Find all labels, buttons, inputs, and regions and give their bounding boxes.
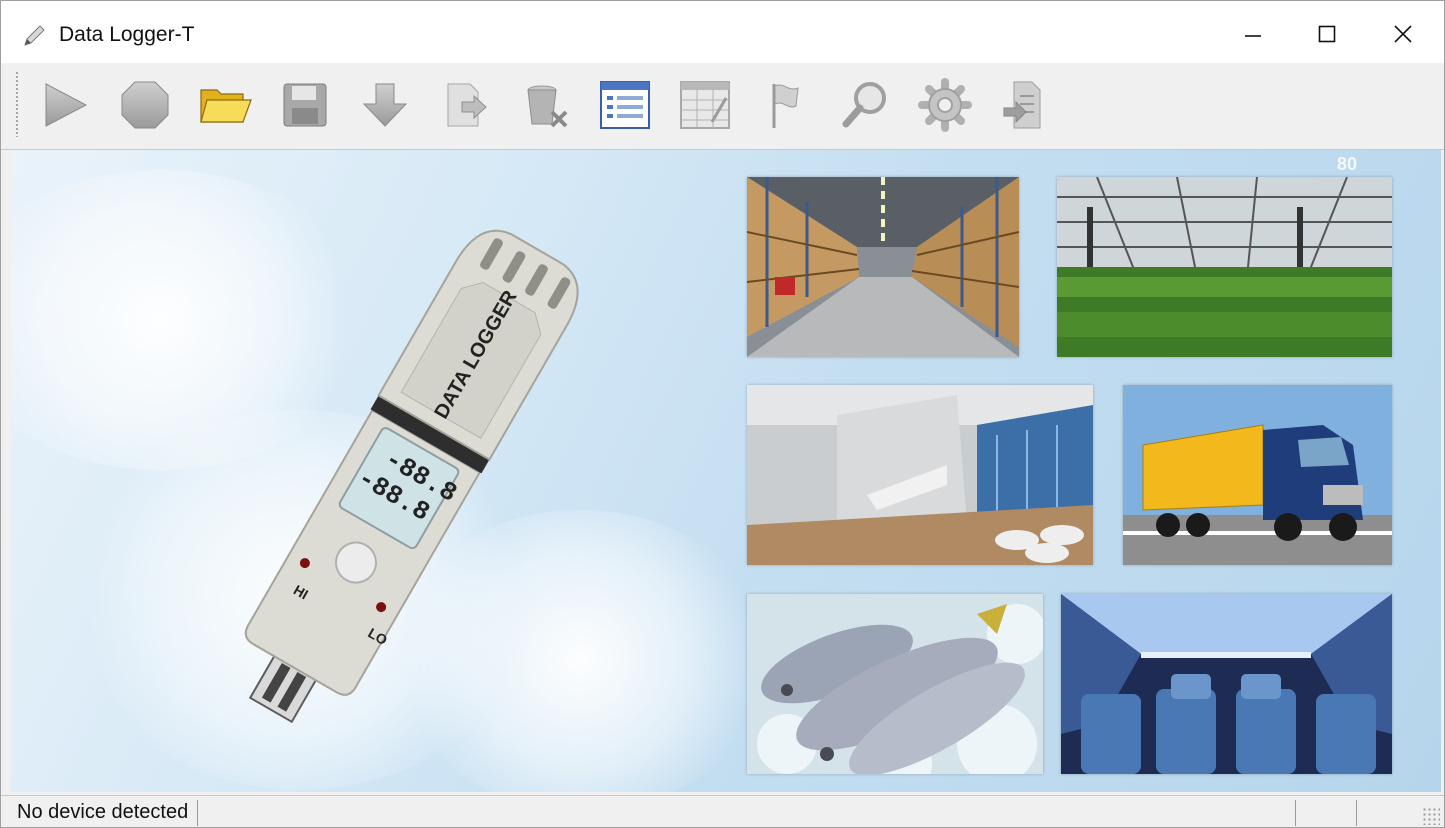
gear-icon	[918, 78, 972, 132]
export-button[interactable]	[435, 75, 495, 135]
play-icon	[45, 83, 88, 127]
minimize-icon	[1245, 35, 1261, 37]
toolbar	[1, 63, 1444, 150]
app-window: Data Logger-T DATA LOGGER -88.8 -88.8 HI…	[0, 0, 1445, 828]
resize-grip[interactable]	[1422, 807, 1440, 825]
greenhouse-photo	[1057, 177, 1392, 357]
status-text: No device detected	[17, 801, 189, 823]
status-separator	[1295, 800, 1296, 826]
toolbar-grip[interactable]	[15, 71, 19, 137]
folder-open-icon	[200, 89, 252, 123]
delete-button[interactable]	[515, 75, 575, 135]
magnifier-icon	[842, 82, 886, 128]
status-bar: No device detected	[1, 795, 1444, 827]
aircraft-cabin-photo	[1061, 594, 1392, 774]
report-import-icon	[1003, 81, 1041, 129]
open-button[interactable]	[195, 75, 255, 135]
minimize-button[interactable]	[1223, 9, 1283, 59]
maximize-button[interactable]	[1297, 9, 1357, 59]
close-icon	[1394, 25, 1412, 43]
play-button[interactable]	[35, 75, 95, 135]
trash-icon	[527, 85, 568, 128]
settings-button[interactable]	[915, 75, 975, 135]
list-view-icon	[600, 81, 650, 129]
report-button[interactable]	[995, 75, 1055, 135]
table-icon	[680, 81, 730, 129]
data-logger-device: DATA LOGGER -88.8 -88.8 HI LO	[244, 229, 579, 724]
interior-lobby-photo	[747, 385, 1093, 565]
title-bar: Data Logger-T	[1, 1, 1444, 63]
window-title: Data Logger-T	[59, 23, 195, 46]
stop-icon	[121, 81, 169, 129]
export-file-icon	[447, 83, 487, 127]
stop-button[interactable]	[115, 75, 175, 135]
truck-photo	[1123, 385, 1392, 565]
download-arrow-icon	[362, 83, 408, 127]
status-separator	[1356, 800, 1357, 826]
flag-icon	[772, 84, 799, 128]
corner-number: 80	[1337, 154, 1358, 174]
save-button[interactable]	[275, 75, 335, 135]
frozen-fish-photo	[747, 594, 1043, 774]
list-view-button[interactable]	[595, 75, 655, 135]
close-button[interactable]	[1373, 9, 1433, 59]
status-separator	[197, 800, 198, 826]
search-button[interactable]	[835, 75, 895, 135]
flag-button[interactable]	[755, 75, 815, 135]
maximize-icon	[1318, 25, 1336, 43]
warehouse-photo	[747, 177, 1019, 357]
pencil-icon	[24, 25, 45, 46]
table-view-button[interactable]	[675, 75, 735, 135]
download-button[interactable]	[355, 75, 415, 135]
main-area: DATA LOGGER -88.8 -88.8 HI LO 80	[11, 150, 1441, 792]
save-icon	[283, 83, 327, 127]
